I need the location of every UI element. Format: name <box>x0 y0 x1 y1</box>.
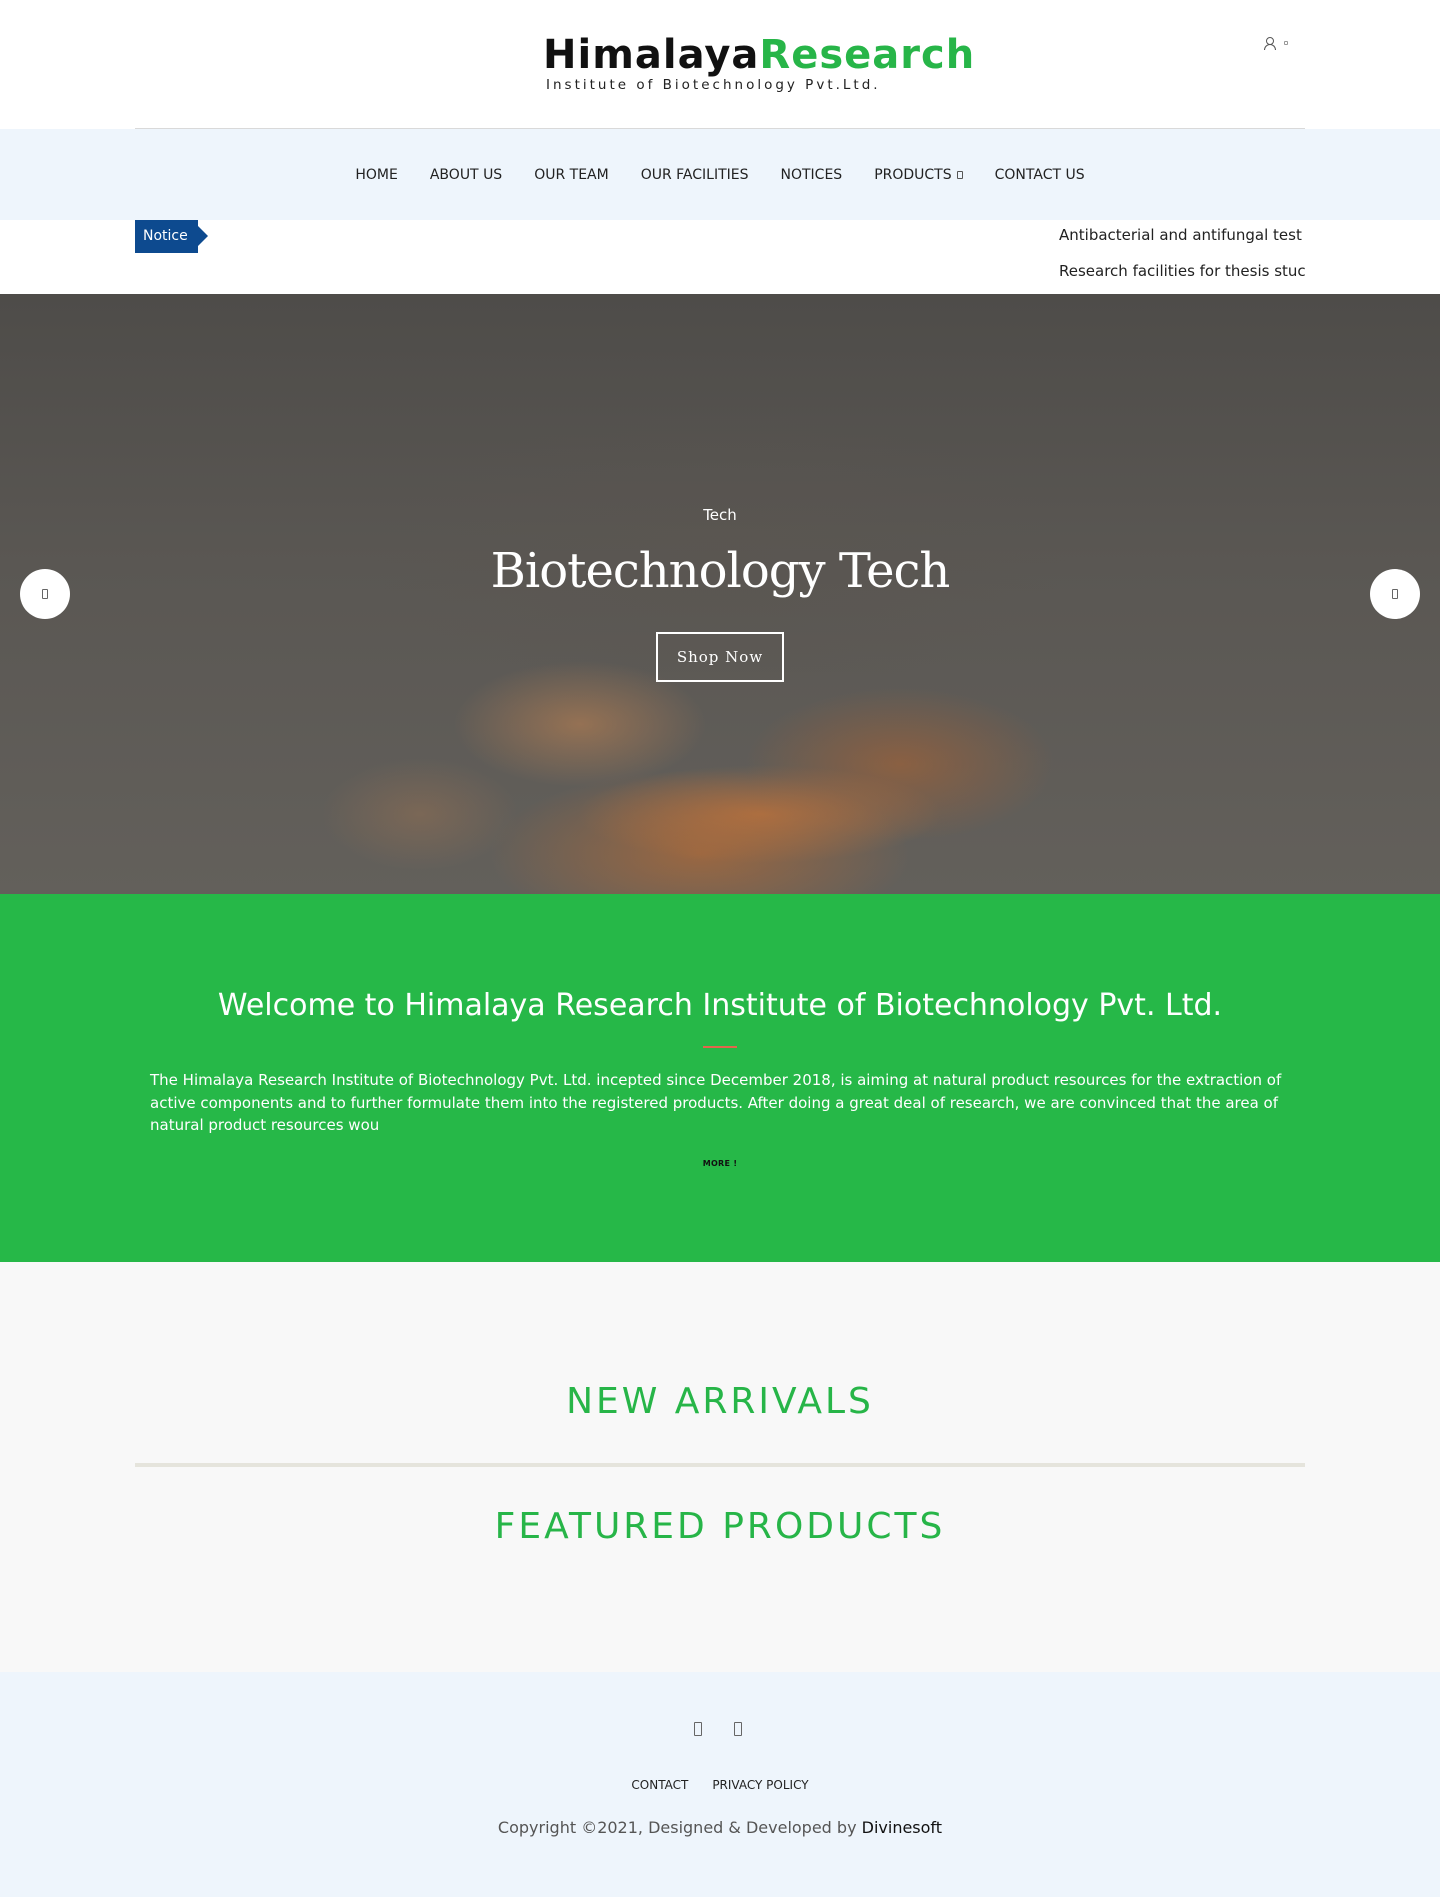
nav-item-our-facilities[interactable]: OUR FACILITIES <box>641 167 749 183</box>
welcome-section: Welcome to Himalaya Research Institute o… <box>0 894 1440 1262</box>
footer-social <box>694 1722 742 1736</box>
products-divider <box>135 1463 1305 1467</box>
notice-ticker: Antibacterial and antifungal test Resear… <box>1059 220 1305 294</box>
notice-tag: Notice <box>135 220 208 253</box>
header-icons <box>1263 36 1288 50</box>
site-footer: CONTACT PRIVACY POLICY Copyright ©2021, … <box>0 1672 1440 1897</box>
nav-item-our-team[interactable]: OUR TEAM <box>534 167 609 183</box>
products-section: NEW ARRIVALS FEATURED PRODUCTS <box>0 1262 1440 1672</box>
nav-list: HOME ABOUT US OUR TEAM OUR FACILITIES NO… <box>0 129 1440 220</box>
nav-item-label: CONTACT US <box>994 166 1085 183</box>
footer-link-contact[interactable]: CONTACT <box>631 1778 688 1792</box>
copyright-text: Copyright ©2021, Designed & Developed by <box>497 1818 857 1837</box>
notice-item[interactable]: Antibacterial and antifungal test <box>1059 226 1302 244</box>
footer-link-privacy-policy[interactable]: PRIVACY POLICY <box>712 1778 808 1792</box>
nav-item-label: HOME <box>355 166 398 183</box>
featured-products-heading: FEATURED PRODUCTS <box>494 1506 946 1547</box>
more-link[interactable]: MORE ! <box>0 1159 1440 1168</box>
nav-item-products[interactable]: PRODUCTS <box>874 166 963 183</box>
hero-kicker: Tech <box>703 506 737 524</box>
slider-next-button[interactable] <box>1370 569 1420 619</box>
hero-slider: Tech Biotechnology Tech Shop Now <box>0 294 1440 894</box>
logo-wordmark: HimalayaResearch <box>543 32 974 78</box>
nav-item-label: ABOUT US <box>429 166 503 183</box>
facebook-icon[interactable] <box>694 1722 702 1736</box>
chevron-right-icon <box>1392 589 1398 599</box>
hero-title: Biotechnology Tech <box>490 543 951 599</box>
chevron-down-icon <box>956 170 963 179</box>
logo-tagline: Institute of Biotechnology Pvt.Ltd. <box>546 77 881 93</box>
twitter-icon[interactable] <box>734 1722 742 1736</box>
new-arrivals-heading: NEW ARRIVALS <box>566 1381 874 1422</box>
nav-item-notices[interactable]: NOTICES <box>781 167 843 183</box>
nav-item-about-us[interactable]: ABOUT US <box>430 167 502 183</box>
site-header: HimalayaResearch Institute of Biotechnol… <box>0 0 1440 129</box>
nav-item-label: NOTICES <box>780 166 843 183</box>
notice-item[interactable]: Research facilities for thesis stuc <box>1059 262 1305 280</box>
welcome-title: Welcome to Himalaya Research Institute o… <box>217 988 1223 1023</box>
nav-item-home[interactable]: HOME <box>355 167 397 183</box>
user-icon[interactable] <box>1263 36 1276 50</box>
shop-now-button[interactable]: Shop Now <box>656 632 784 682</box>
nav-item-label: PRODUCTS <box>874 166 952 183</box>
footer-links: CONTACT PRIVACY POLICY <box>0 1778 1440 1792</box>
notice-bar: Notice Antibacterial and antifungal test… <box>0 220 1440 294</box>
developer-link[interactable]: Divinesoft <box>862 1818 942 1837</box>
small-icon[interactable] <box>1284 41 1288 45</box>
nav-item-contact-us[interactable]: CONTACT US <box>995 167 1085 183</box>
logo-word-himalaya: Himalaya <box>543 32 760 78</box>
nav-item-label: OUR FACILITIES <box>640 166 749 183</box>
slider-prev-button[interactable] <box>20 569 70 619</box>
copyright: Copyright ©2021, Designed & Developed by… <box>0 1818 1440 1837</box>
logo-word-research: Research <box>759 32 976 78</box>
main-nav: HOME ABOUT US OUR TEAM OUR FACILITIES NO… <box>0 129 1440 220</box>
site-logo[interactable]: HimalayaResearch Institute of Biotechnol… <box>543 32 974 95</box>
chevron-left-icon <box>42 589 48 599</box>
nav-item-label: OUR TEAM <box>534 166 609 183</box>
welcome-divider <box>703 1046 737 1048</box>
welcome-text: The Himalaya Research Institute of Biote… <box>150 1071 1282 1134</box>
